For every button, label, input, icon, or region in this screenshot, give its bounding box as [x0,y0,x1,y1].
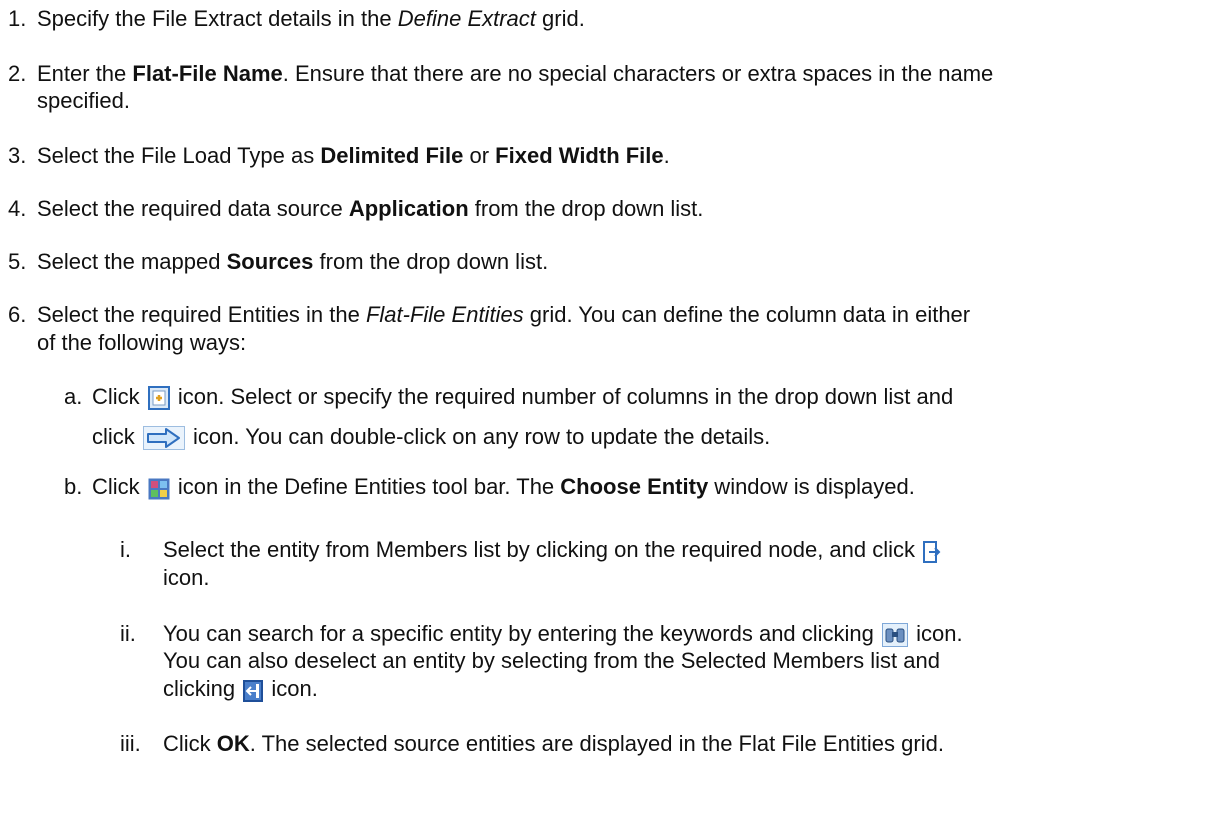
bold-term: OK [216,731,250,756]
substep-roman: ii. [120,621,136,646]
text-span: icon. [265,676,318,701]
text-span: Select the entity from Members list by c… [163,537,922,562]
text-span: Select the required data source [37,196,349,221]
text-span: or [463,143,496,168]
text-span: icon in the Define Entities tool bar. Th… [171,474,561,499]
text-span: from the drop down list. [313,249,549,274]
substep-text: Click OK. The selected source entities a… [163,731,944,757]
substep-text-cont: icon. [163,565,210,590]
text-span: Click [92,384,146,409]
text-span: . The selected source entities are displ… [249,731,944,756]
bold-term: Sources [226,249,314,274]
right-arrow-icon[interactable] [142,426,185,450]
text-span: grid. You can define the column data in … [523,302,971,327]
substep-text-cont: clicking icon. [163,676,318,702]
step-text-cont: specified. [37,88,130,113]
step-text: Select the required data source Applicat… [37,196,703,222]
emphasis: Flat-File Entities [365,302,524,327]
text-span: Select the required Entities in the [37,302,366,327]
text-span: Specify the File Extract details in the [37,6,398,31]
text-span: icon. You can double-click on any row to… [186,424,771,449]
substep-text: You can search for a specific entity by … [163,621,963,647]
step-number: 6. [8,302,27,327]
text-span: window is displayed. [708,474,915,499]
step-number: 5. [8,249,27,274]
binoculars-search-icon[interactable] [882,623,909,647]
text-span: grid. [535,6,585,31]
text-span: . [663,143,670,168]
move-left-icon[interactable] [243,680,264,702]
bold-term: Flat-File Name [132,61,283,86]
text-span: from the drop down list. [468,196,704,221]
substep-text: Select the entity from Members list by c… [163,537,943,563]
step-number: 2. [8,61,27,86]
text-span: . Ensure that there are no special chara… [282,61,994,86]
move-right-icon[interactable] [923,541,941,563]
text-span: icon. [910,621,963,646]
text-span: Click [92,474,146,499]
bold-term: Choose Entity [560,474,709,499]
step-text: Enter the Flat-File Name. Ensure that th… [37,61,993,87]
text-span: Select the File Load Type as [37,143,321,168]
text-span: Select the mapped [37,249,227,274]
substep-text-cont: You can also deselect an entity by selec… [163,648,940,673]
substep-text-cont: click icon. You can double-click on any … [92,424,770,450]
text-span: Enter the [37,61,133,86]
step-text: Select the File Load Type as Delimited F… [37,143,670,169]
substep-text: Click icon in the Define Entities tool b… [92,474,915,500]
text-span: icon. Select or specify the required num… [171,384,954,409]
step-text: Select the mapped Sources from the drop … [37,249,548,275]
substep-text: Click icon. Select or specify the requir… [92,384,953,410]
step-number: 4. [8,196,27,221]
step-text: Select the required Entities in the Flat… [37,302,970,328]
step-text-cont: of the following ways: [37,330,247,355]
substep-roman: iii. [120,731,141,756]
bold-term: Delimited File [320,143,464,168]
text-span: click [92,424,141,449]
substep-roman: i. [120,537,131,562]
text-span: clicking [163,676,242,701]
step-number: 3. [8,143,27,168]
step-text: Specify the File Extract details in the … [37,6,585,32]
text-span: Click [163,731,217,756]
substep-letter: a. [64,384,83,409]
text-span: You can search for a specific entity by … [163,621,881,646]
emphasis: Define Extract [397,6,536,31]
choose-entity-icon[interactable] [148,478,170,500]
add-columns-icon[interactable] [147,386,170,410]
step-number: 1. [8,6,27,31]
substep-letter: b. [64,474,83,499]
bold-term: Fixed Width File [495,143,664,168]
bold-term: Application [348,196,469,221]
